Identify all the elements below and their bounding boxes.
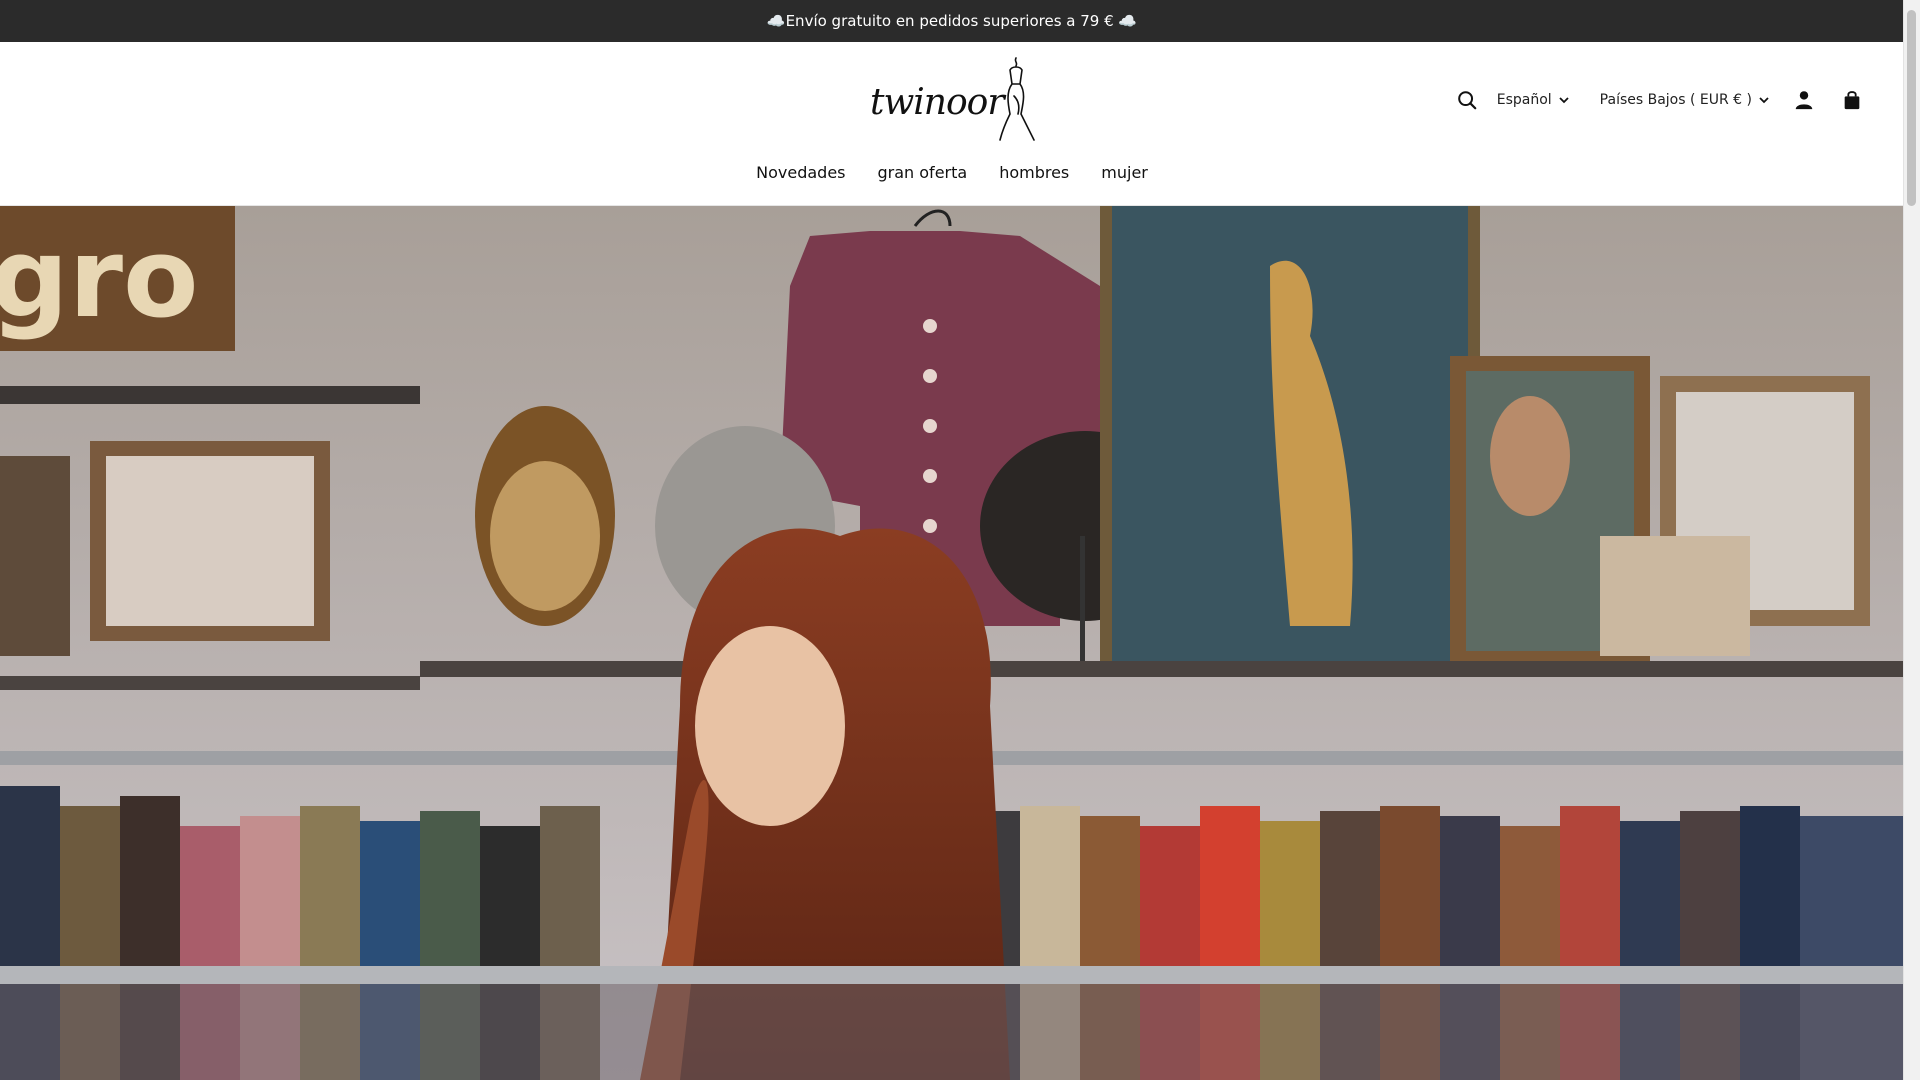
account-icon[interactable] bbox=[1790, 86, 1818, 114]
hero-photo: gro bbox=[0, 206, 1904, 1080]
announcement-text: ☁️Envío gratuito en pedidos superiores a… bbox=[766, 12, 1138, 30]
shopping-bag-icon[interactable] bbox=[1838, 86, 1866, 114]
nav-item-gran-oferta[interactable]: gran oferta bbox=[878, 163, 968, 182]
logo-text: twinoor bbox=[870, 82, 1005, 123]
nav-item-mujer[interactable]: mujer bbox=[1101, 163, 1148, 182]
nav-item-hombres[interactable]: hombres bbox=[999, 163, 1069, 182]
main-navigation: Novedades gran oferta hombres mujer bbox=[0, 163, 1904, 182]
page-scrollbar[interactable] bbox=[1903, 0, 1920, 1080]
chevron-down-icon bbox=[1559, 97, 1569, 104]
site-header: twinoor Español Países Bajos ( EUR € ) N… bbox=[0, 42, 1904, 206]
announcement-bar: ☁️Envío gratuito en pedidos superiores a… bbox=[0, 0, 1904, 42]
language-label: Español bbox=[1496, 92, 1552, 108]
svg-text:gro: gro bbox=[0, 214, 199, 342]
dress-icon bbox=[999, 57, 1035, 141]
language-selector[interactable]: Español bbox=[1497, 92, 1570, 108]
chevron-down-icon bbox=[1759, 97, 1769, 104]
hero-banner-image[interactable]: gro bbox=[0, 206, 1904, 1080]
nav-item-novedades[interactable]: Novedades bbox=[756, 163, 845, 182]
country-selector[interactable]: Países Bajos ( EUR € ) bbox=[1600, 92, 1770, 108]
country-label: Países Bajos ( EUR € ) bbox=[1599, 92, 1752, 108]
search-icon[interactable] bbox=[1453, 86, 1481, 114]
header-tools: Español Países Bajos ( EUR € ) bbox=[1453, 84, 1866, 116]
brand-logo[interactable]: twinoor bbox=[866, 54, 1040, 146]
scrollbar-thumb[interactable] bbox=[1907, 10, 1916, 206]
